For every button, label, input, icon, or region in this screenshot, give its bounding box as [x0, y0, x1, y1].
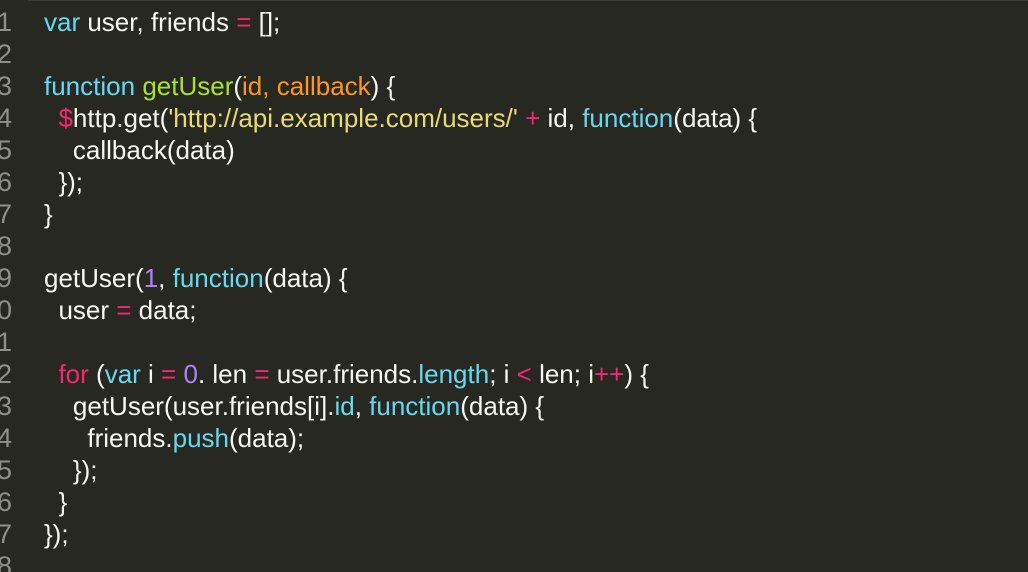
code-line[interactable]: }	[44, 486, 1028, 518]
token-support: length	[418, 359, 490, 389]
code-line[interactable]: for (var i = 0. len = user.friends.lengt…	[44, 358, 1028, 390]
token-operator: ++	[594, 359, 625, 389]
code-line[interactable]: friends.push(data);	[44, 422, 1028, 454]
code-line[interactable]	[44, 38, 1028, 70]
token-string: 'http://api.example.com/users/'	[168, 103, 518, 133]
token-storage: function	[582, 103, 674, 133]
line-number: 8	[0, 231, 12, 261]
token-plain: }	[44, 199, 53, 229]
token-number: 1	[143, 263, 159, 293]
token-operator: =	[236, 7, 252, 37]
token-plain: friends.	[44, 423, 173, 453]
token-plain: ) {	[370, 71, 396, 101]
token-storage: function	[369, 391, 461, 421]
code-line[interactable]	[44, 550, 1028, 572]
code-area[interactable]: var user, friends = []; function getUser(…	[44, 6, 1028, 572]
line-number-gutter: 123456789012345678	[0, 0, 26, 572]
line-number: 9	[0, 263, 12, 293]
token-plain: ) {	[624, 359, 649, 389]
token-plain: ,	[158, 263, 173, 293]
code-editor[interactable]: 123456789012345678 var user, friends = […	[0, 0, 1028, 572]
token-plain: http.get(	[72, 103, 169, 133]
code-line[interactable]: var user, friends = [];	[44, 6, 1028, 38]
token-plain: data;	[131, 295, 197, 325]
token-operator: =	[116, 295, 132, 325]
token-plain: (	[88, 359, 105, 389]
token-storage: function	[44, 71, 136, 101]
token-operator: =	[161, 359, 177, 389]
line-number: 3	[0, 391, 12, 421]
line-number: 2	[0, 359, 12, 389]
token-plain: (data);	[229, 423, 305, 453]
code-line[interactable]	[44, 326, 1028, 358]
token-plain: i	[140, 359, 162, 389]
token-plain: });	[44, 167, 84, 197]
token-keyword: for	[58, 359, 89, 389]
line-number: 2	[0, 39, 12, 69]
line-number: 3	[0, 71, 12, 101]
code-line[interactable]: });	[44, 518, 1028, 550]
token-storage: var	[44, 7, 81, 37]
code-line[interactable]	[44, 230, 1028, 262]
line-number: 4	[0, 103, 12, 133]
token-plain: (data) {	[460, 391, 545, 421]
code-line[interactable]: function getUser(id, callback) {	[44, 70, 1028, 102]
line-number: 0	[0, 295, 12, 325]
token-plain: id,	[540, 103, 583, 133]
token-operator: =	[254, 359, 270, 389]
token-plain: }	[44, 487, 68, 517]
line-number: 7	[0, 199, 12, 229]
code-line[interactable]: });	[44, 454, 1028, 486]
token-plain: [];	[251, 7, 281, 37]
code-line[interactable]: user = data;	[44, 294, 1028, 326]
token-number: 0	[183, 359, 198, 389]
token-param: id, callback	[242, 71, 371, 101]
line-number: 7	[0, 519, 12, 549]
token-plain: user, friends	[80, 7, 237, 37]
line-number: 6	[0, 487, 12, 517]
token-operator: <	[516, 359, 532, 389]
token-operator: +	[525, 103, 541, 133]
token-plain: });	[44, 455, 98, 485]
token-support: push	[172, 423, 229, 453]
token-storage: function	[172, 263, 264, 293]
token-keyword: $	[58, 103, 73, 133]
token-plain: callback(data)	[44, 135, 235, 165]
token-plain: (data) {	[673, 103, 758, 133]
code-line[interactable]: }	[44, 198, 1028, 230]
code-line[interactable]: getUser(user.friends[i].id, function(dat…	[44, 390, 1028, 422]
token-plain: getUser(	[44, 263, 144, 293]
token-plain: (data) {	[263, 263, 348, 293]
code-line[interactable]: $http.get('http://api.example.com/users/…	[44, 102, 1028, 134]
line-number: 6	[0, 167, 12, 197]
token-plain: user.friends.	[269, 359, 419, 389]
token-plain: });	[44, 519, 69, 549]
line-number: 5	[0, 455, 12, 485]
code-line[interactable]: callback(data)	[44, 134, 1028, 166]
token-entity: getUser	[142, 71, 234, 101]
token-storage: var	[104, 359, 141, 389]
code-line[interactable]: getUser(1, function(data) {	[44, 262, 1028, 294]
line-number: 4	[0, 423, 12, 453]
token-plain: getUser(user.friends[i].	[44, 391, 335, 421]
token-plain: ; i	[489, 359, 517, 389]
token-plain: . len	[197, 359, 255, 389]
token-plain: user	[44, 295, 117, 325]
line-number: 1	[0, 327, 12, 357]
token-plain: (	[233, 71, 243, 101]
line-number: 1	[0, 7, 12, 37]
line-number: 5	[0, 135, 12, 165]
code-line[interactable]: });	[44, 166, 1028, 198]
line-number: 8	[0, 551, 12, 572]
token-support: id	[334, 391, 355, 421]
token-plain: ,	[354, 391, 370, 421]
token-plain: len; i	[531, 359, 594, 389]
